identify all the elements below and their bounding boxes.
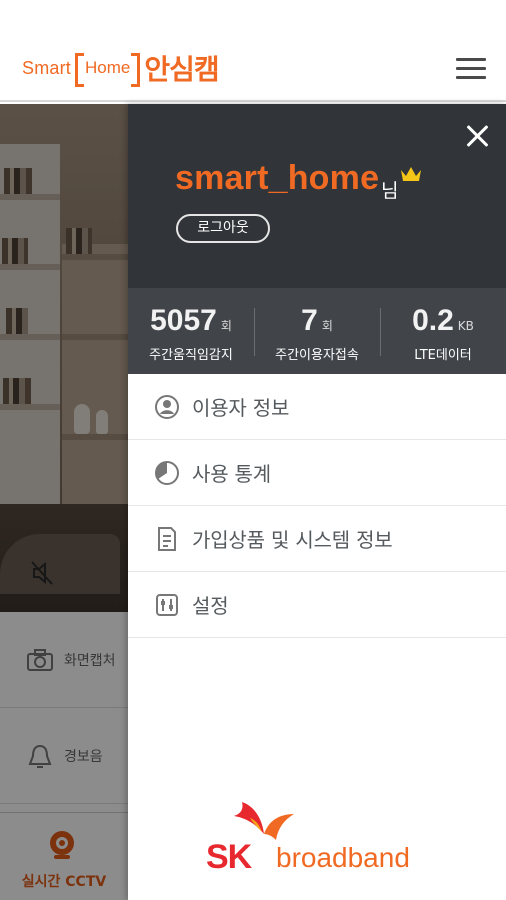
settings-icon xyxy=(156,593,178,616)
stat-motion-detect: 5057 회 주간움직임감지 xyxy=(128,288,254,374)
document-icon xyxy=(158,526,176,551)
stat-caption: LTE데이터 xyxy=(414,348,472,363)
menu-item-settings[interactable]: 설정 xyxy=(128,572,506,638)
logout-button[interactable]: 로그아웃 xyxy=(176,214,270,243)
user-icon xyxy=(155,394,179,419)
stat-value: 7 xyxy=(301,304,318,337)
broadband-text: broadband xyxy=(276,842,410,873)
stat-value: 5057 xyxy=(150,304,217,337)
drawer-overlay[interactable] xyxy=(0,104,128,900)
stat-caption: 주간이용자접속 xyxy=(275,348,359,363)
stat-unit: KB xyxy=(457,319,474,333)
username: smart_home xyxy=(175,159,380,197)
menu-item-product-system-info[interactable]: 가입상품 및 시스템 정보 xyxy=(128,506,506,572)
side-drawer: smart_home 님 로그아웃 5057 회 주간움직임감지 7회 주간이용자… xyxy=(128,104,506,900)
stat-lte-data: 0.2 KB LTE데이터 xyxy=(380,288,506,374)
stat-unit: 회 xyxy=(220,319,232,333)
drawer-menu: 이용자 정보 사용 통계 가입상품 및 시스템 정보 설정 xyxy=(128,374,506,638)
sk-broadband-logo: SK broadband xyxy=(206,800,436,880)
logo-smart-text: Smart xyxy=(22,57,72,78)
close-icon[interactable] xyxy=(463,122,491,150)
stat-value: 0.2 xyxy=(412,304,454,337)
weekly-stats-bar: 5057 회 주간움직임감지 7회 주간이용자접속 0.2 KB LTE데이터 xyxy=(128,288,506,374)
drawer-profile-section: smart_home 님 로그아웃 xyxy=(128,104,506,288)
sk-text: SK xyxy=(206,838,252,876)
stat-user-access: 7회 주간이용자접속 xyxy=(254,288,380,374)
menu-item-label: 가입상품 및 시스템 정보 xyxy=(192,528,393,552)
app-header: Smart Home 안심캠 xyxy=(0,0,506,102)
app-root: Smart Home 안심캠 화면캡처 경보음 실시간 CCTV smart_h… xyxy=(0,0,506,900)
pie-chart-icon xyxy=(155,460,179,485)
menu-item-label: 사용 통계 xyxy=(192,462,271,486)
honorific-label: 님 xyxy=(381,180,399,202)
menu-item-label: 설정 xyxy=(192,594,229,618)
menu-item-user-info[interactable]: 이용자 정보 xyxy=(128,374,506,440)
menu-item-usage-stats[interactable]: 사용 통계 xyxy=(128,440,506,506)
stat-caption: 주간움직임감지 xyxy=(149,348,233,363)
crown-icon xyxy=(401,167,421,181)
hamburger-icon[interactable] xyxy=(456,58,486,82)
stat-unit: 회 xyxy=(321,319,333,333)
menu-item-label: 이용자 정보 xyxy=(192,396,290,420)
logo-home-text: Home xyxy=(75,53,141,87)
app-logo: Smart Home 안심캠 xyxy=(22,50,220,87)
logo-korean-text: 안심캠 xyxy=(144,53,219,86)
